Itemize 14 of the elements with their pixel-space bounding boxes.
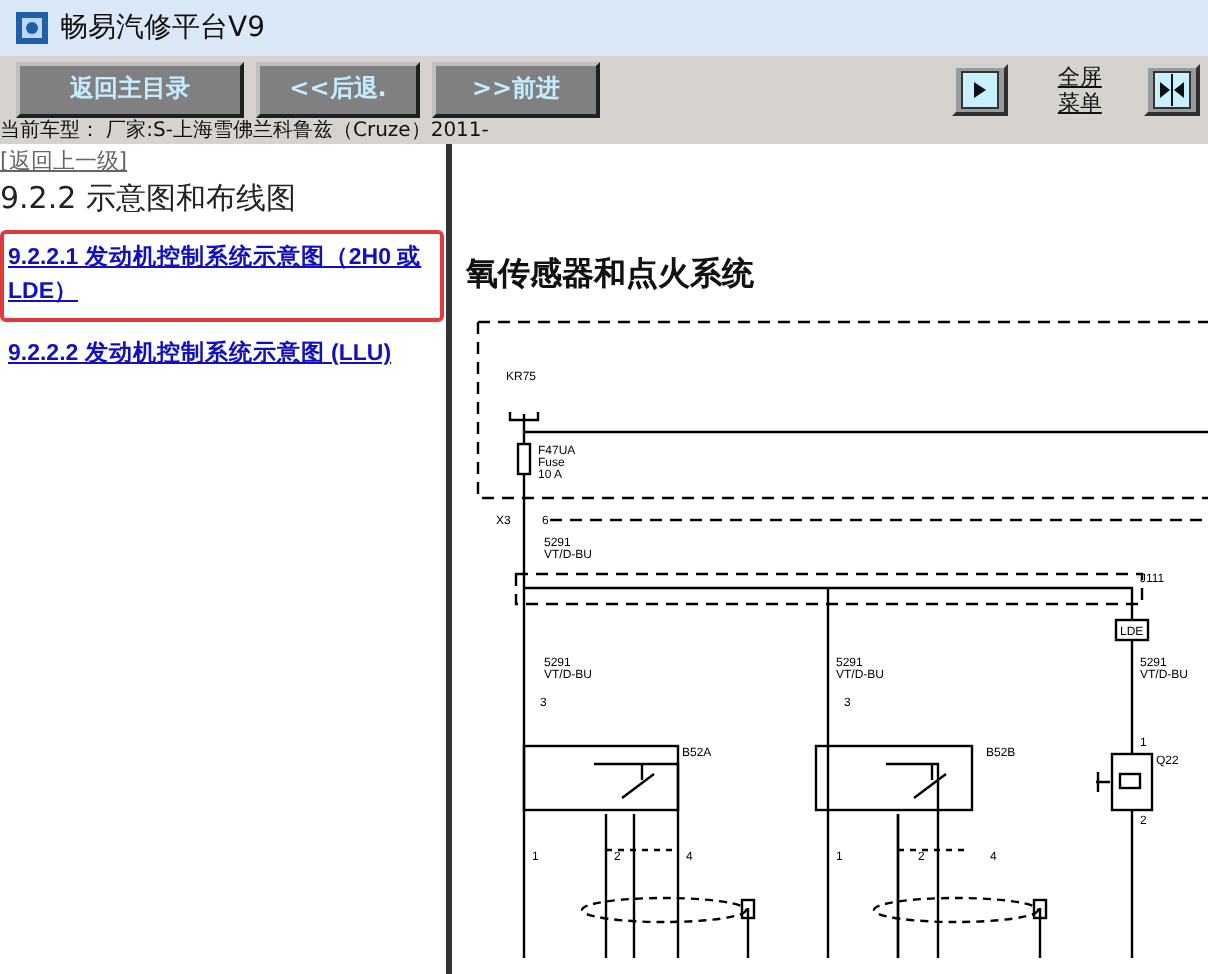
- nav-button[interactable]: 返回主目录: [16, 61, 244, 117]
- expand-icon[interactable]: [951, 63, 1008, 115]
- back-link[interactable]: [返回上一级]: [0, 146, 128, 176]
- diagram-link[interactable]: 9.2.2.2 发动机控制系统示意图 (LLU): [0, 326, 444, 384]
- section-heading: 9.2.2 示意图和布线图: [0, 180, 296, 218]
- split-icon[interactable]: [1144, 63, 1200, 115]
- nav-button[interactable]: >>前进: [432, 61, 600, 117]
- fullscreen-menu-link[interactable]: 全屏菜单: [1055, 63, 1104, 115]
- diagram-title: 氧传感器和点火系统: [466, 254, 756, 296]
- vehicle-info: 当前车型： 厂家:S-上海雪佛兰科鲁兹（Cruze）2011-: [0, 120, 491, 144]
- nav-button[interactable]: <<后退.: [256, 61, 420, 117]
- window-title: 畅易汽修平台V9: [60, 10, 265, 46]
- app-icon: [16, 12, 48, 44]
- diagram-link[interactable]: 9.2.2.1 发动机控制系统示意图（2H0 或 LDE）: [0, 230, 444, 322]
